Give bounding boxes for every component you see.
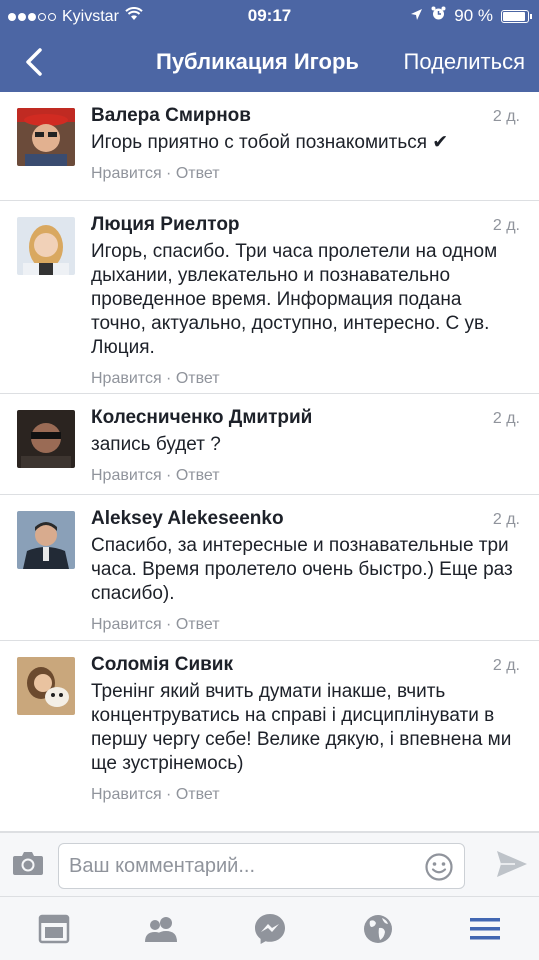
back-button[interactable] [16,44,52,80]
camera-icon [13,852,43,875]
comment-actions: Нравится · Ответ [91,164,527,184]
comment-author[interactable]: Aleksey Alekeseenko [91,507,527,531]
send-button[interactable] [495,849,529,884]
avatar[interactable] [17,657,75,715]
comment-list: Валера Смирнов 2 д. Игорь приятно с тобо… [0,92,539,832]
tab-menu[interactable] [467,911,503,947]
action-separator: · [161,165,176,182]
tab-messenger[interactable] [252,911,288,947]
avatar[interactable] [17,108,75,166]
comment-time: 2 д. [492,217,520,234]
tab-bar [0,896,539,960]
nav-bar: Публикация Игорь Поделиться [0,32,539,92]
smiley-icon [425,853,453,881]
send-icon [497,851,527,877]
reply-link[interactable]: Ответ [176,165,220,182]
share-button[interactable]: Поделиться [404,49,525,75]
reply-link[interactable]: Ответ [176,786,220,803]
reply-link[interactable]: Ответ [176,467,220,484]
battery-icon [501,9,532,23]
friends-icon [145,917,177,942]
comment-item: Колесниченко Дмитрий 2 д. запись будет ?… [0,394,539,495]
avatar[interactable] [17,511,75,569]
chevron-left-icon [26,48,42,76]
comment-item: Aleksey Alekeseenko 2 д. Спасибо, за инт… [0,495,539,641]
tab-friends[interactable] [143,911,179,947]
comment-author[interactable]: Колесниченко Дмитрий [91,406,527,430]
tab-news-feed[interactable] [36,911,72,947]
page-title: Публикация Игорь [156,49,359,74]
action-separator: · [161,467,176,484]
messenger-icon [255,914,285,944]
comment-composer: Ваш комментарий... [0,832,539,896]
comment-input-placeholder: Ваш комментарий... [69,855,256,877]
comment-text: Тренінг який вчить думати інакше, вчить … [91,681,512,774]
avatar[interactable] [17,217,75,275]
battery-percent: 90 % [454,6,493,25]
comment-author[interactable]: Валера Смирнов [91,104,527,128]
like-link[interactable]: Нравится [91,467,162,484]
status-right: 90 % [410,6,532,26]
comment-text: запись будет ? [91,434,221,455]
action-separator: · [161,370,176,387]
comment-input[interactable]: Ваш комментарий... [58,843,465,889]
like-link[interactable]: Нравится [91,786,162,803]
comment-actions: Нравится · Ответ [91,466,527,486]
location-icon [410,6,423,26]
comment-time: 2 д. [492,657,520,674]
camera-button[interactable] [12,850,44,881]
avatar[interactable] [17,410,75,468]
comment-time: 2 д. [492,511,520,528]
globe-icon [364,915,392,943]
comment-text: Спасибо, за интересные и познавательные … [91,535,513,604]
comment-item: Валера Смирнов 2 д. Игорь приятно с тобо… [0,92,539,201]
like-link[interactable]: Нравится [91,165,162,182]
action-separator: · [161,786,176,803]
like-link[interactable]: Нравится [91,616,162,633]
like-link[interactable]: Нравится [91,370,162,387]
comment-text: Игорь приятно с тобой познакомиться ✔ [91,132,449,153]
action-separator: · [161,616,176,633]
comment-author[interactable]: Люция Риелтор [91,213,527,237]
reply-link[interactable]: Ответ [176,370,220,387]
reply-link[interactable]: Ответ [176,616,220,633]
battery-fill [503,11,525,21]
comment-text: Игорь, спасибо. Три часа пролетели на од… [91,241,498,358]
smiley-button[interactable] [424,852,454,887]
comment-author[interactable]: Соломія Сивик [91,653,527,677]
tab-notifications[interactable] [360,911,396,947]
comment-actions: Нравится · Ответ [91,369,527,389]
comment-item: Соломія Сивик 2 д. Тренінг який вчить ду… [0,641,539,832]
comment-actions: Нравится · Ответ [91,785,527,805]
menu-icon [470,918,500,940]
alarm-icon [431,6,446,26]
news-feed-icon [38,914,70,944]
comment-item: Люция Риелтор 2 д. Игорь, спасибо. Три ч… [0,201,539,394]
comment-actions: Нравится · Ответ [91,615,527,635]
comment-time: 2 д. [492,108,520,125]
comment-time: 2 д. [492,410,520,427]
status-bar: Kyivstar 09:17 90 % [0,0,539,32]
